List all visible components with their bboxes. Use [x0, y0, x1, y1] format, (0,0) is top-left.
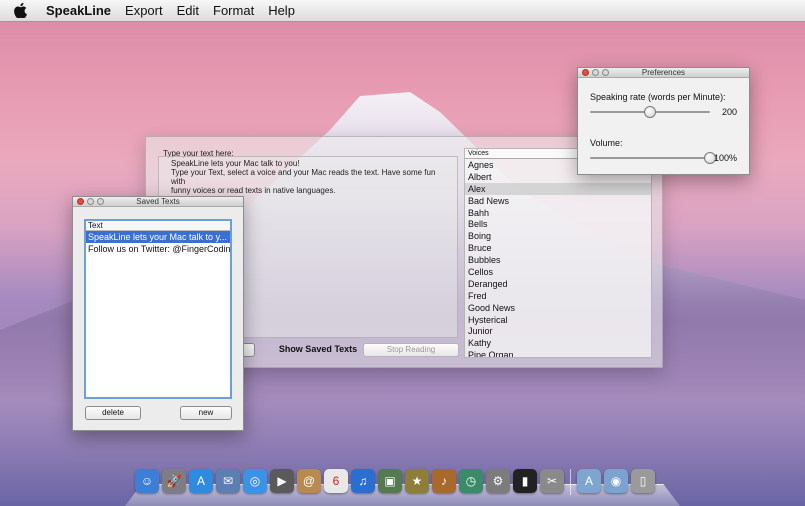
facetime-icon[interactable]: ▶ [270, 469, 294, 493]
voice-list-item[interactable]: Alex [465, 182, 651, 195]
time-machine-icon[interactable]: ◷ [459, 469, 483, 493]
new-button[interactable]: new [180, 406, 232, 420]
safari-icon[interactable]: ◎ [243, 469, 267, 493]
speaking-rate-value: 200 [721, 107, 737, 117]
speaking-rate-slider[interactable] [590, 106, 710, 118]
show-saved-texts-button[interactable]: Show Saved Texts [268, 343, 368, 357]
close-icon[interactable] [582, 69, 589, 76]
voice-list-item[interactable]: Cellos [465, 266, 651, 278]
speaking-rate-label: Speaking rate (words per Minute): [590, 92, 726, 102]
trash-icon[interactable]: ▯ [631, 469, 655, 493]
terminal-icon[interactable]: ▮ [513, 469, 537, 493]
contacts-icon[interactable]: @ [297, 469, 321, 493]
voice-list-item[interactable]: Junior [465, 325, 651, 337]
voice-list-item[interactable]: Pipe Organ [465, 349, 651, 357]
voice-list-item[interactable]: Kathy [465, 337, 651, 349]
apple-menu-icon[interactable] [14, 3, 28, 19]
text-line: Type your Text, select a voice and your … [171, 168, 438, 186]
menubar: SpeakLine Export Edit Format Help [0, 0, 805, 22]
downloads-folder-icon[interactable]: ◉ [604, 469, 628, 493]
volume-slider[interactable] [590, 152, 716, 164]
saved-texts-list[interactable]: Text SpeakLine lets your Mac talk to y..… [84, 219, 232, 399]
menu-export[interactable]: Export [125, 3, 163, 18]
text-column-header[interactable]: Text [86, 221, 230, 231]
applications-folder-icon[interactable]: A [577, 469, 601, 493]
voice-list-item[interactable]: Fred [465, 290, 651, 302]
list-item[interactable]: Follow us on Twitter: @FingerCoding [86, 243, 230, 255]
list-item[interactable]: SpeakLine lets your Mac talk to y... [86, 231, 230, 243]
preferences-window: Preferences Speaking rate (words per Min… [577, 67, 750, 175]
zoom-icon[interactable] [97, 198, 104, 205]
imovie-icon[interactable]: ★ [405, 469, 429, 493]
preferences-titlebar[interactable]: Preferences [578, 68, 749, 78]
minimize-icon[interactable] [87, 198, 94, 205]
app-store-icon[interactable]: A [189, 469, 213, 493]
voice-list-item[interactable]: Deranged [465, 278, 651, 290]
menu-format[interactable]: Format [213, 3, 254, 18]
voice-list-item[interactable]: Bells [465, 218, 651, 230]
delete-button[interactable]: delete [85, 406, 141, 420]
voice-list-item[interactable]: Good News [465, 302, 651, 314]
itunes-icon[interactable]: ♫ [351, 469, 375, 493]
voices-list[interactable]: Voices Agnes Albert Alex Bad News Bahh Bells B… [464, 148, 652, 358]
voice-list-item[interactable]: Boing [465, 230, 651, 242]
calendar-icon[interactable]: 6 [324, 469, 348, 493]
minimize-icon[interactable] [592, 69, 599, 76]
close-icon[interactable] [77, 198, 84, 205]
stop-reading-button[interactable]: Stop Reading [363, 343, 459, 357]
menu-app-name[interactable]: SpeakLine [46, 3, 111, 18]
voice-list-item[interactable]: Bahh [465, 207, 651, 219]
menu-edit[interactable]: Edit [177, 3, 199, 18]
finder-icon[interactable]: ☺ [135, 469, 159, 493]
dock: ☺ 🚀 A ✉ ◎ ▶ @6 ♫ ▣ ★ ♪ ◷ ⚙ ▮ ✂ A ◉ ▯ [125, 466, 680, 506]
mail-icon[interactable]: ✉ [216, 469, 240, 493]
saved-texts-titlebar[interactable]: Saved Texts [73, 197, 243, 207]
saved-texts-window: Saved Texts Text SpeakLine lets your Mac… [72, 196, 244, 431]
voice-list-item[interactable]: Bubbles [465, 254, 651, 266]
garageband-icon[interactable]: ♪ [432, 469, 456, 493]
volume-label: Volume: [590, 138, 623, 148]
dock-separator [570, 469, 571, 495]
system-preferences-icon[interactable]: ⚙ [486, 469, 510, 493]
text-line: SpeakLine lets your Mac talk to you! [171, 159, 300, 168]
utilities-icon[interactable]: ✂ [540, 469, 564, 493]
zoom-icon[interactable] [602, 69, 609, 76]
volume-value: 100% [713, 153, 737, 163]
voice-list-item[interactable]: Bruce [465, 242, 651, 254]
preferences-title: Preferences [641, 68, 686, 77]
text-line: funny voices or read texts in native lan… [171, 186, 336, 195]
voice-list-item[interactable]: Hysterical [465, 314, 651, 326]
launchpad-icon[interactable]: 🚀 [162, 469, 186, 493]
iphoto-icon[interactable]: ▣ [378, 469, 402, 493]
saved-texts-title: Saved Texts [136, 197, 180, 206]
voice-list-item[interactable]: Bad News [465, 195, 651, 207]
slider-knob[interactable] [644, 106, 656, 118]
menu-help[interactable]: Help [268, 3, 295, 18]
